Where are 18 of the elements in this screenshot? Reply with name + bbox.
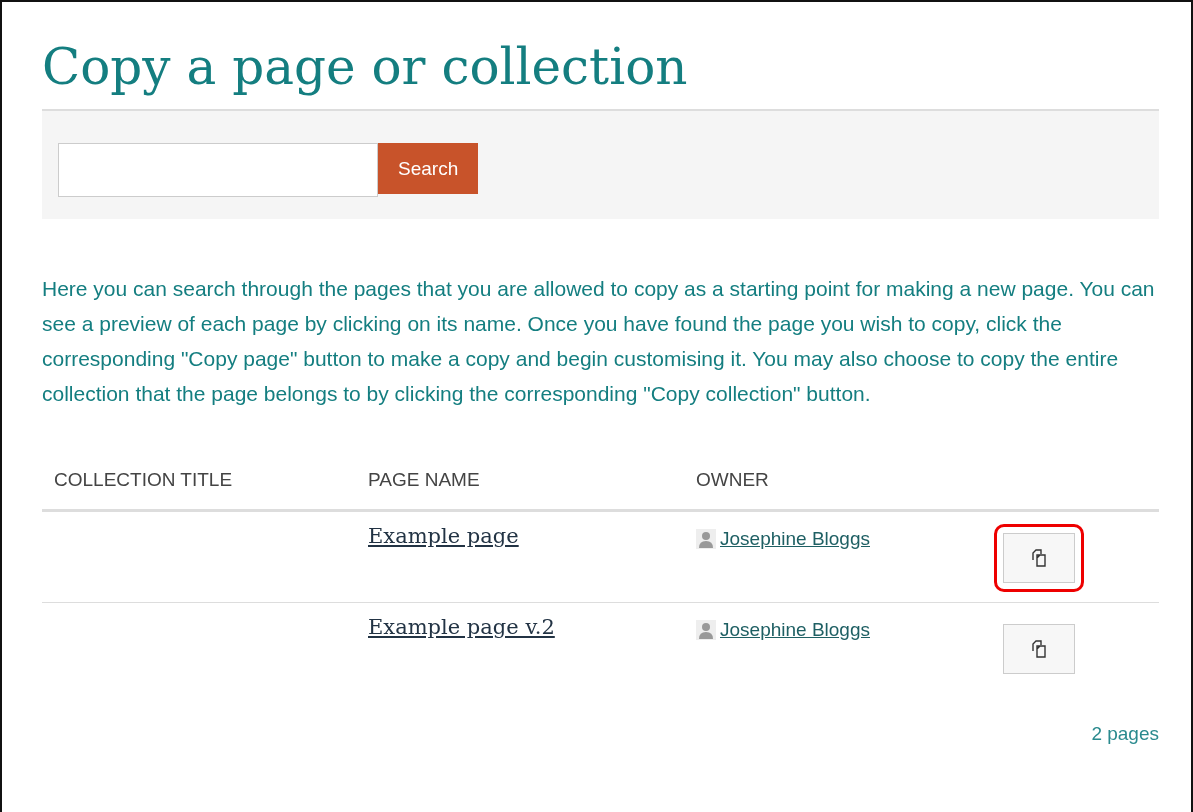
description-text: Here you can search through the pages that you are allowed to copy as a starting point for making a new page. You can see a preview of each page by clicking on its name. Once you have found the page you wish to copy, click the corresponding "Copy page" button to make a copy and begin customising it. You may also choose to copy the entire collection that the page belongs to by clicking the corresponding "Copy collection" button. (42, 276, 1156, 407)
copy-icon (1029, 639, 1049, 659)
column-header: OWNER (684, 469, 998, 511)
owner-link[interactable]: Josephine Bloggs (720, 619, 870, 641)
copy-button[interactable] (1003, 624, 1075, 674)
avatar-icon (696, 620, 716, 640)
page-count: 2 pages (1090, 723, 1159, 745)
search-field[interactable] (58, 143, 378, 197)
page-link[interactable]: Example page (368, 524, 519, 548)
page-link[interactable]: Example page v.2 (368, 615, 555, 639)
column-header: PAGE NAME (356, 469, 684, 511)
avatar-icon (696, 529, 716, 549)
search-button[interactable]: Search (378, 143, 479, 194)
copy-button[interactable] (1003, 533, 1075, 583)
page-title: Copy a page or collection (42, 40, 689, 95)
copy-icon (1029, 548, 1049, 568)
column-header: COLLECTION TITLE (42, 469, 356, 511)
owner-link[interactable]: Josephine Bloggs (720, 528, 870, 550)
